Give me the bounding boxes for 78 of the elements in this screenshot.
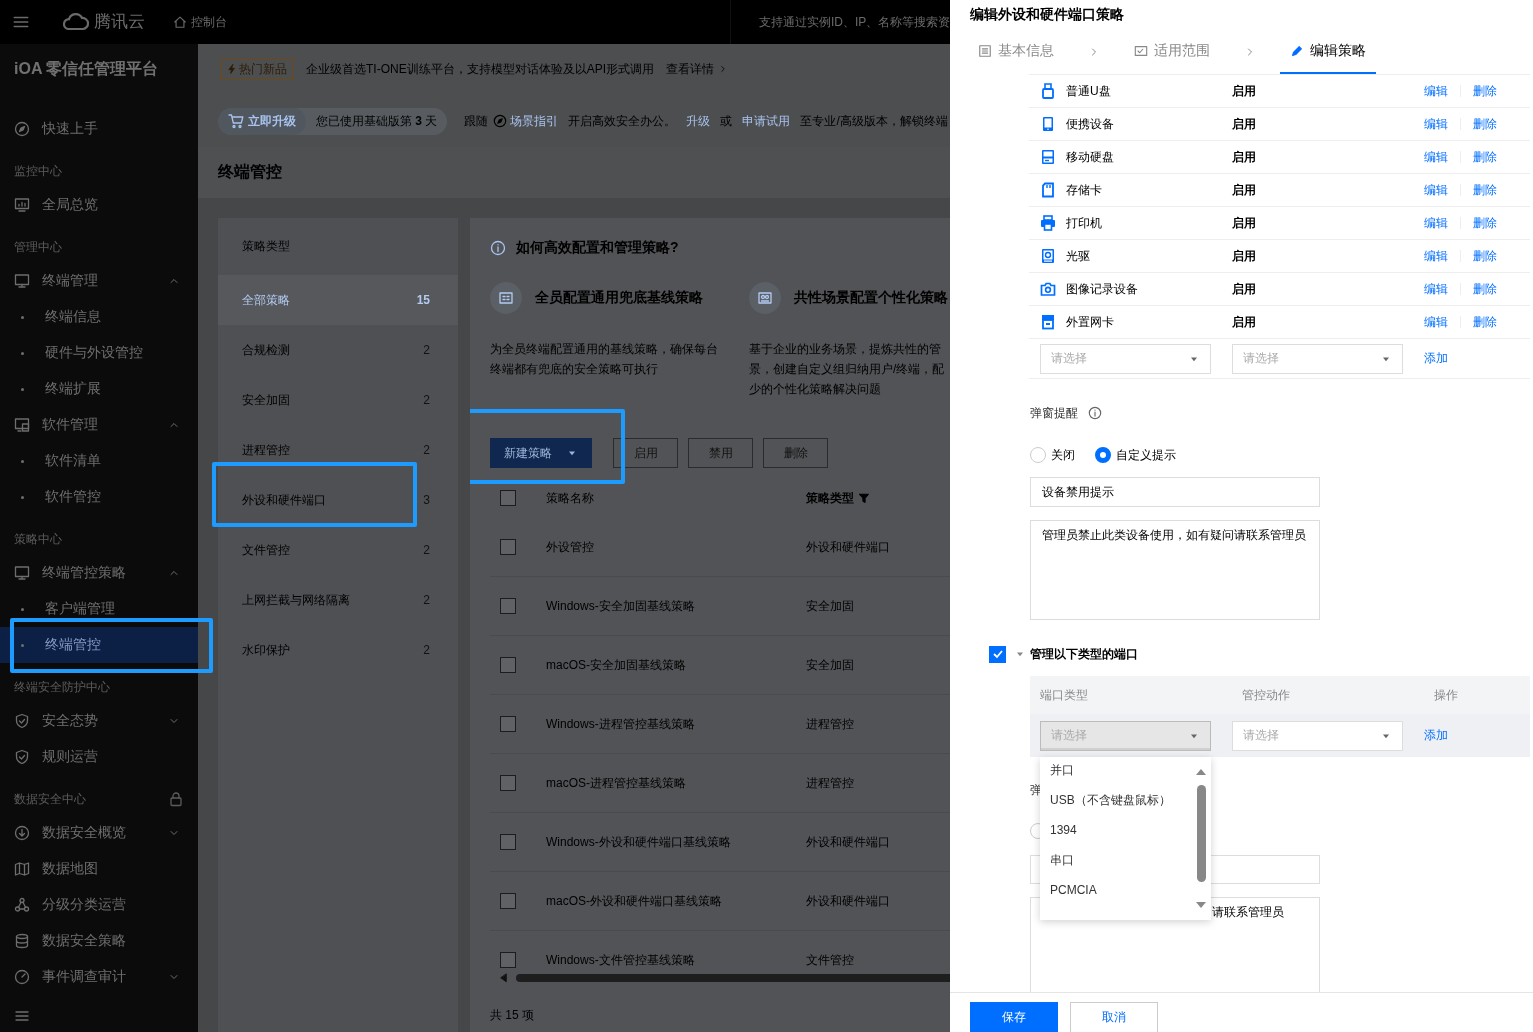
table-cell: 进程管控: [806, 774, 854, 792]
device-name: 普通U盘: [1066, 82, 1111, 100]
table-cell: 安全加固: [806, 597, 854, 615]
device-name: 图像记录设备: [1066, 280, 1138, 298]
column-header: 策略类型: [806, 489, 870, 507]
card-title: 全员配置通用兜底基线策略: [535, 288, 703, 308]
device-status: 启用: [1232, 247, 1257, 265]
table-cell: 外设和硬件端口: [806, 833, 890, 851]
table-cell-text: Windows-进程管控基线策略: [546, 715, 696, 733]
field-label: 弹窗提醒: [1030, 404, 1078, 422]
device-name: 移动硬盘: [1066, 148, 1114, 166]
card-description-line: 景，创建自定义组归纳用户/终端，配: [749, 361, 946, 378]
table-cell-text: macOS-进程管控基线策略: [546, 774, 687, 792]
platform-title: iOA 零信任管理平台: [13, 58, 160, 79]
type-count: 15: [416, 291, 430, 309]
device-name: 便携设备: [1066, 115, 1114, 133]
card-title: 共性场景配置个性化策略: [794, 288, 948, 308]
type-count: 3: [423, 491, 430, 509]
type-label: 上网拦截与网络隔离: [242, 591, 350, 609]
section-label: 管理中心: [14, 238, 62, 256]
notice-text: 企业级首选TI-ONE训练平台，支持模型对话体验及以API形式调用: [306, 61, 654, 78]
section-label: 数据安全中心: [14, 790, 86, 808]
column-header: 策略名称: [546, 489, 595, 507]
hot-tag: 热门新品: [220, 59, 294, 80]
device-status: 启用: [1232, 82, 1257, 100]
card-description-line: 终端都有兜底的安全策略可执行: [490, 361, 659, 378]
device-name: 光驱: [1066, 247, 1090, 265]
card-description-line: 为全员终端配置通用的基线策略，确保每台: [490, 341, 719, 358]
section-label: 策略中心: [14, 530, 62, 548]
type-label: 安全加固: [242, 391, 290, 409]
section-label: 监控中心: [14, 162, 62, 180]
table-cell-text: Windows-文件管控基线策略: [546, 951, 696, 969]
type-count: 2: [423, 641, 430, 659]
column-header: 操作: [1433, 686, 1459, 704]
table-cell: 文件管控: [806, 951, 854, 969]
device-status: 启用: [1232, 214, 1257, 232]
device-status: 启用: [1232, 313, 1257, 331]
section-label: 终端安全防护中心: [14, 678, 110, 696]
type-count: 2: [423, 541, 430, 559]
drawer-title: 编辑外设和硬件端口策略: [969, 5, 1125, 25]
type-count: 2: [423, 391, 430, 409]
type-label: 水印保护: [242, 641, 290, 659]
table-cell-text: Windows-外设和硬件端口基线策略: [546, 833, 732, 851]
column-header: 管控动作: [1241, 686, 1291, 704]
column-header: 端口类型: [1039, 686, 1089, 704]
table-cell: 外设和硬件端口: [806, 892, 890, 910]
card-description-line: 基于企业的业务场景，提炼共性的管: [749, 341, 942, 358]
device-status: 启用: [1232, 148, 1257, 166]
table-cell: 进程管控: [806, 715, 854, 733]
panel-heading: 策略类型: [241, 238, 291, 256]
upgrade-message: 跟随 场景指引 开启高效安全办公。 升级 或 申请试用 至专业/高级版本，解锁终端: [463, 112, 949, 130]
type-count: 2: [423, 341, 430, 359]
type-label: 进程管控: [242, 441, 290, 459]
page-title: 终端管控: [198, 147, 950, 198]
table-cell-text: macOS-安全加固基线策略: [546, 656, 687, 674]
section-title: 管理以下类型的端口: [1030, 645, 1138, 663]
table-cell-text: 外设管控: [546, 538, 595, 556]
device-name: 打印机: [1066, 214, 1102, 232]
guide-title: 如何高效配置和管理策略?: [516, 238, 679, 258]
type-count: 2: [423, 591, 430, 609]
brand-name: 腾讯云: [94, 11, 145, 34]
usage-text: 您已使用基础版第 3 天: [315, 112, 439, 130]
device-status: 启用: [1232, 181, 1257, 199]
type-label: 全部策略: [242, 291, 290, 309]
device-status: 启用: [1232, 280, 1257, 298]
device-status: 启用: [1232, 115, 1257, 133]
table-cell: 外设和硬件端口: [806, 538, 890, 556]
total-count: 共 15 项: [490, 1007, 535, 1024]
table-cell: 安全加固: [806, 656, 854, 674]
device-name: 存储卡: [1066, 181, 1102, 199]
type-label: 合规检测: [242, 341, 290, 359]
card-description-line: 少的个性化策略解决问题: [749, 381, 882, 398]
device-name: 外置网卡: [1066, 313, 1114, 331]
type-label: 外设和硬件端口: [242, 491, 326, 509]
type-label: 文件管控: [242, 541, 290, 559]
table-cell-text: Windows-安全加固基线策略: [546, 597, 696, 615]
table-cell-text: macOS-外设和硬件端口基线策略: [546, 892, 723, 910]
type-count: 2: [423, 441, 430, 459]
